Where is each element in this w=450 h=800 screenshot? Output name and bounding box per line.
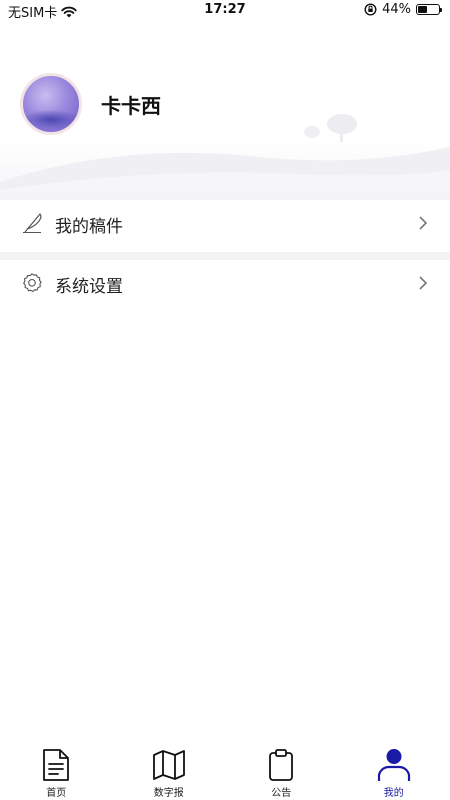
tab-label: 公告 [271,788,292,799]
status-bar: 无SIM卡 17:27 44% [0,0,450,21]
menu-item-my-manuscripts[interactable]: 我的稿件 [0,200,450,246]
quill-pen-icon [23,213,42,234]
section-divider [0,192,450,200]
chevron-right-icon [419,276,428,290]
profile-header: 卡卡西 [0,20,450,192]
tab-label: 我的 [383,788,404,799]
battery-percent: 44% [382,2,411,17]
profile-screen: 无SIM卡 17:27 44% 卡卡西 我的稿件 系统设置 首页 数字报 公告 … [0,0,450,800]
clipboard-icon [269,749,294,781]
tab-digital-paper[interactable]: 数字报 [113,740,226,800]
document-icon [43,749,70,781]
tab-me[interactable]: 我的 [338,740,450,800]
avatar[interactable] [20,73,82,135]
gear-icon [23,273,42,293]
menu-item-label: 系统设置 [55,277,123,297]
user-icon [377,749,410,781]
tab-bar: 首页 数字报 公告 我的 [0,740,450,800]
status-right: 44% [364,2,442,17]
tab-label: 数字报 [153,788,184,799]
section-divider [0,252,450,260]
menu-item-label: 我的稿件 [55,217,123,237]
tab-announcements[interactable]: 公告 [225,740,338,800]
menu-item-system-settings[interactable]: 系统设置 [0,260,450,306]
user-name: 卡卡西 [101,94,161,118]
tab-home[interactable]: 首页 [0,740,113,800]
tab-label: 首页 [46,788,67,799]
battery-level [418,6,427,13]
chevron-right-icon [419,216,428,230]
orientation-lock-icon [364,3,377,16]
map-icon [152,750,185,780]
battery-icon [416,4,442,15]
